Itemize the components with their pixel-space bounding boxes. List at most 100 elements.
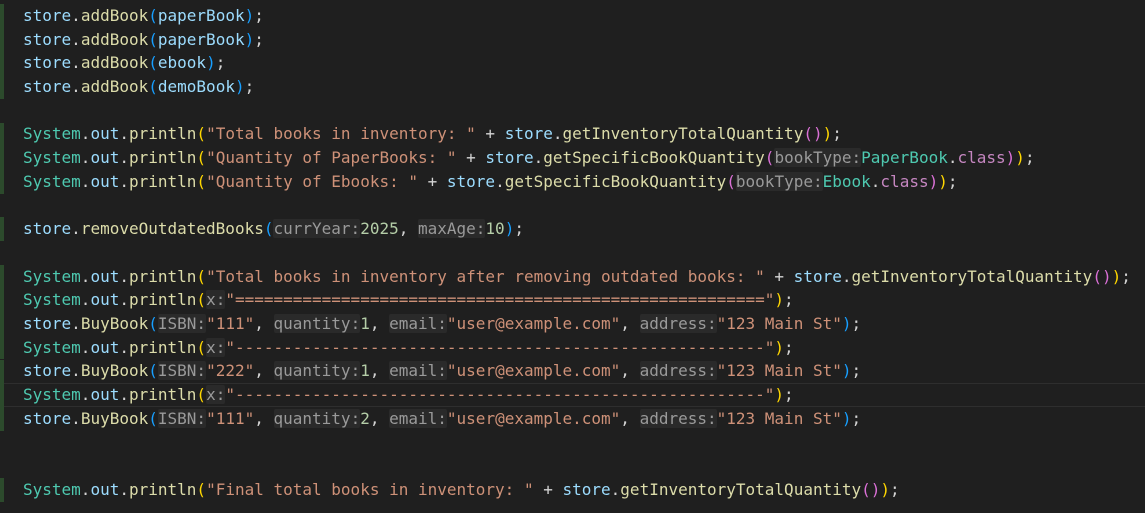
code-token: out bbox=[90, 148, 120, 168]
code-token: . bbox=[495, 171, 505, 191]
code-line[interactable]: store.addBook(paperBook); bbox=[0, 27, 1145, 52]
code-token: "user@example.com" bbox=[446, 361, 621, 381]
code-token: addBook bbox=[80, 76, 149, 96]
code-token: ; bbox=[851, 408, 862, 428]
code-line[interactable]: store.BuyBook(ISBN:"222", quantity:1, em… bbox=[0, 359, 1145, 384]
code-token: . bbox=[71, 5, 81, 25]
code-token: ) bbox=[1005, 148, 1016, 168]
code-token: + bbox=[533, 479, 563, 499]
gutter-change-marker bbox=[0, 264, 4, 289]
code-token: , bbox=[369, 361, 390, 381]
code-token: ( bbox=[148, 53, 158, 73]
code-line[interactable]: store.addBook(demoBook); bbox=[0, 75, 1145, 99]
code-token: paperBook bbox=[157, 5, 245, 25]
code-token: System bbox=[23, 479, 81, 499]
code-token: System bbox=[23, 171, 81, 191]
code-token: class bbox=[880, 171, 929, 191]
code-line[interactable] bbox=[0, 454, 1145, 478]
code-token: "---------------------------------------… bbox=[225, 337, 775, 357]
code-token: BuyBook bbox=[80, 313, 149, 333]
code-token: ) bbox=[841, 313, 852, 333]
code-token: 10 bbox=[485, 219, 505, 239]
code-line[interactable] bbox=[0, 99, 1145, 123]
code-token: ) bbox=[774, 290, 785, 310]
code-line[interactable]: System.out.println(x:"------------------… bbox=[0, 335, 1145, 360]
code-token: ; bbox=[784, 385, 794, 405]
code-token: . bbox=[71, 76, 81, 96]
code-token: store bbox=[446, 171, 496, 191]
code-token: 1 bbox=[360, 361, 370, 381]
code-token: ; bbox=[244, 76, 255, 96]
code-text: store.BuyBook(ISBN:"222", quantity:1, em… bbox=[23, 361, 861, 381]
code-token: ( bbox=[148, 361, 158, 381]
code-token: . bbox=[71, 219, 81, 239]
code-token: out bbox=[90, 385, 120, 405]
code-token: "user@example.com" bbox=[446, 313, 621, 333]
code-line[interactable] bbox=[0, 241, 1145, 265]
code-line[interactable]: System.out.println("Final total books in… bbox=[0, 478, 1145, 502]
code-token: ) bbox=[841, 361, 852, 381]
gutter-change-marker bbox=[0, 146, 4, 170]
code-token: store bbox=[23, 29, 72, 49]
inlay-hint: quantity: bbox=[273, 408, 361, 428]
code-token: ) bbox=[1015, 148, 1025, 168]
code-token: store bbox=[23, 361, 72, 381]
code-token: . bbox=[119, 337, 129, 357]
code-token: 1 bbox=[360, 313, 370, 333]
code-token: . bbox=[870, 171, 881, 191]
code-token: . bbox=[610, 479, 621, 499]
code-line-current[interactable]: System.out.println(x:"------------------… bbox=[0, 383, 1145, 407]
code-line[interactable]: store.BuyBook(ISBN:"111", quantity:1, em… bbox=[0, 312, 1145, 336]
code-line[interactable]: System.out.println(x:"==================… bbox=[0, 288, 1145, 313]
code-line[interactable]: store.addBook(ebook); bbox=[0, 51, 1145, 76]
code-token: ) bbox=[928, 171, 939, 191]
inlay-hint: bookType: bbox=[735, 171, 823, 191]
code-token: . bbox=[80, 479, 91, 499]
code-token: , bbox=[369, 408, 390, 428]
code-token: ; bbox=[1024, 148, 1035, 168]
code-token: out bbox=[90, 337, 120, 357]
code-token: . bbox=[71, 29, 81, 49]
code-line[interactable]: System.out.println("Total books in inven… bbox=[0, 264, 1145, 289]
code-token: "user@example.com" bbox=[446, 408, 621, 428]
code-token: ) bbox=[880, 479, 891, 499]
code-token: println bbox=[128, 148, 197, 168]
code-line[interactable]: System.out.println("Total books in inven… bbox=[0, 122, 1145, 147]
code-token: getInventoryTotalQuantity bbox=[562, 124, 804, 144]
code-token: ) bbox=[812, 124, 823, 144]
code-line[interactable] bbox=[0, 194, 1145, 218]
gutter-change-marker bbox=[0, 27, 4, 52]
code-editor[interactable]: store.addBook(paperBook); store.addBook(p… bbox=[0, 0, 1145, 513]
code-token: println bbox=[128, 124, 197, 144]
code-line[interactable]: System.out.println("Quantity of Ebooks: … bbox=[0, 169, 1145, 194]
code-token: . bbox=[119, 148, 129, 168]
code-token: . bbox=[552, 124, 563, 144]
code-token: ( bbox=[1092, 266, 1102, 286]
code-token: store bbox=[562, 479, 611, 499]
code-text: store.addBook(paperBook); bbox=[23, 5, 264, 25]
code-token: ; bbox=[215, 53, 226, 73]
code-token: ; bbox=[890, 479, 900, 499]
code-token: ( bbox=[196, 171, 207, 191]
code-token: . bbox=[119, 290, 129, 310]
inlay-hint: ISBN: bbox=[157, 361, 207, 381]
code-token: store bbox=[793, 266, 842, 286]
code-line[interactable]: store.BuyBook(ISBN:"111", quantity:2, em… bbox=[0, 406, 1145, 431]
code-token: println bbox=[128, 266, 197, 286]
code-token: store bbox=[23, 5, 72, 25]
code-token: getInventoryTotalQuantity bbox=[851, 266, 1093, 286]
code-token: getSpecificBookQuantity bbox=[504, 171, 727, 191]
code-token: + bbox=[475, 124, 505, 144]
code-token: . bbox=[80, 337, 91, 357]
code-token: ( bbox=[148, 29, 158, 49]
code-line[interactable]: store.addBook(paperBook); bbox=[0, 4, 1145, 28]
code-line[interactable]: store.removeOutdatedBooks(currYear:2025,… bbox=[0, 217, 1145, 241]
code-token: ) bbox=[841, 408, 852, 428]
code-line[interactable]: System.out.println("Quantity of PaperBoo… bbox=[0, 146, 1145, 170]
code-token: ; bbox=[784, 337, 794, 357]
code-text: store.addBook(ebook); bbox=[23, 55, 225, 71]
code-line[interactable] bbox=[0, 431, 1145, 455]
code-text: System.out.println("Quantity of PaperBoo… bbox=[23, 148, 1035, 168]
inlay-hint: email: bbox=[389, 313, 447, 333]
code-token: . bbox=[71, 408, 81, 428]
